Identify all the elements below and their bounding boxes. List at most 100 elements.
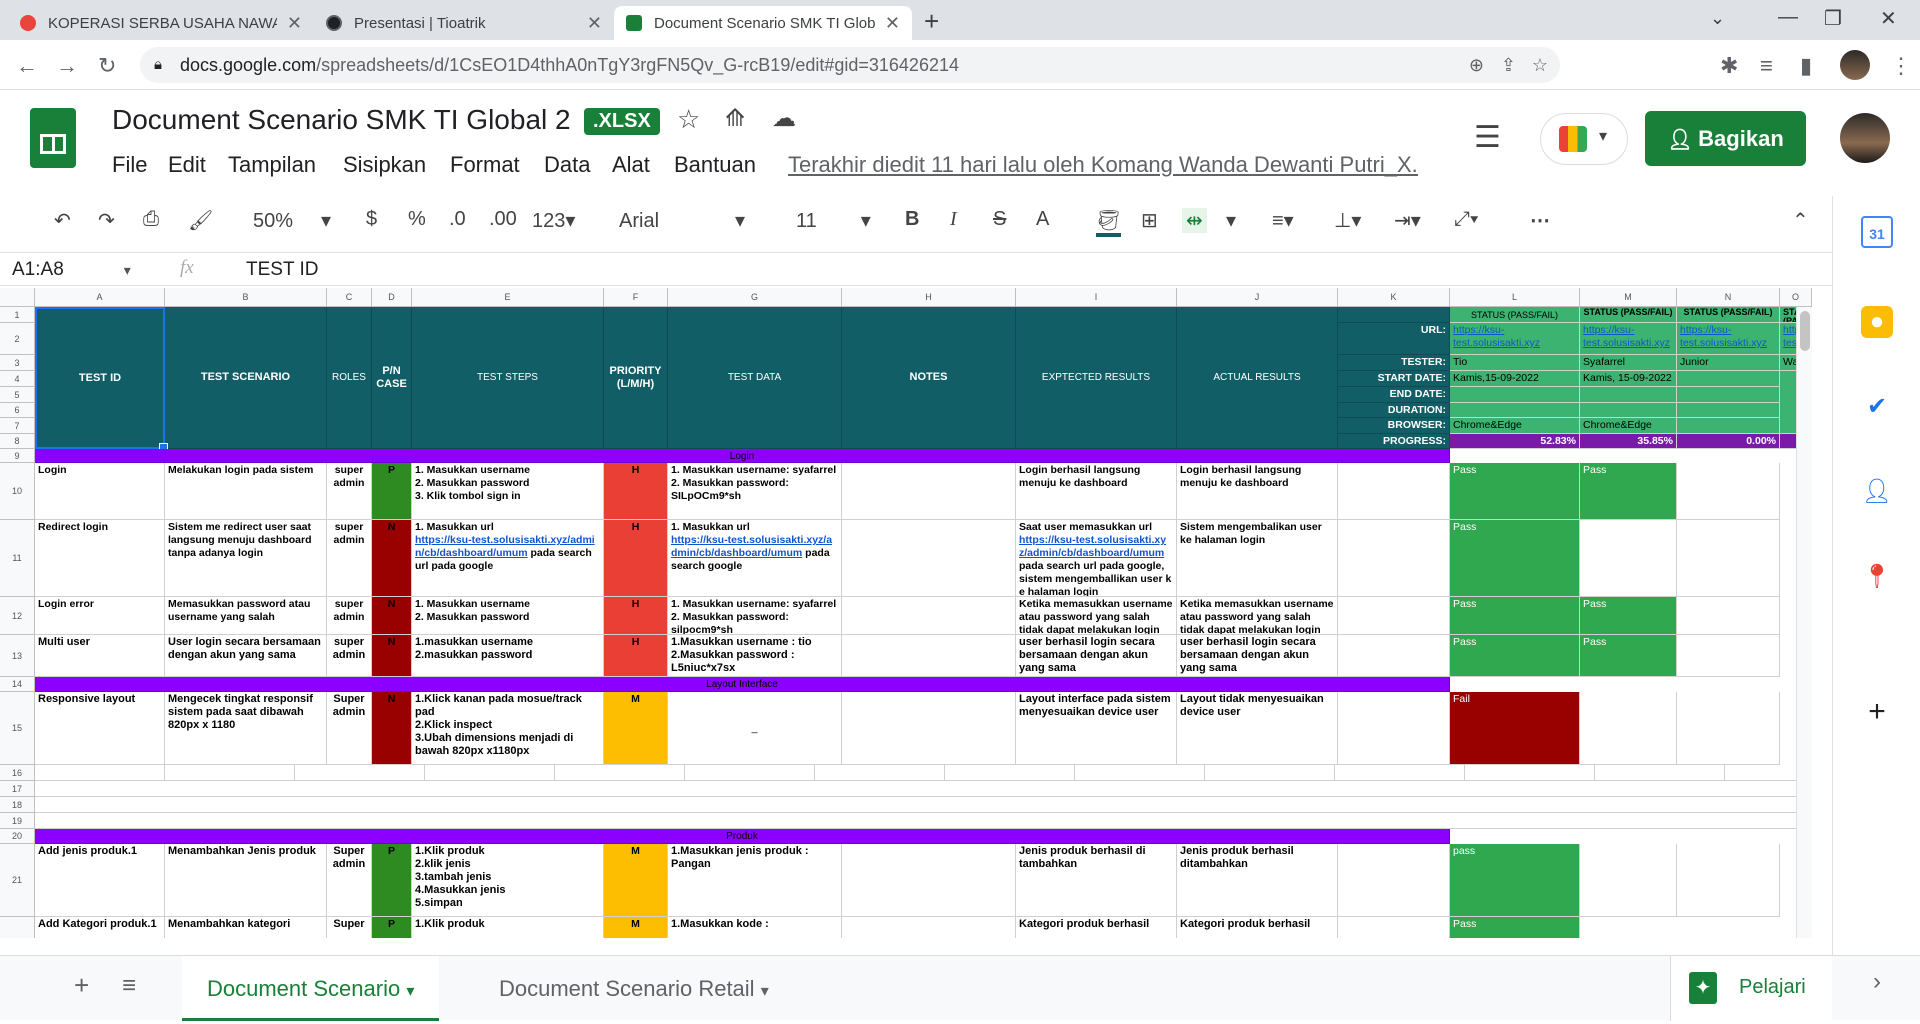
select-all-corner[interactable] bbox=[0, 288, 35, 307]
forward-icon[interactable]: → bbox=[56, 53, 78, 79]
cell-priority[interactable]: M bbox=[604, 844, 668, 917]
cell-status[interactable]: Fail bbox=[1450, 692, 1580, 765]
star-icon[interactable]: ☆ bbox=[677, 104, 700, 135]
meta-browser-label[interactable]: BROWSER: bbox=[1338, 418, 1450, 434]
menu-format[interactable]: Format bbox=[450, 152, 520, 178]
cell-actual[interactable]: Sistem mengembalikan user ke halaman log… bbox=[1177, 520, 1338, 597]
sidepanel-icon[interactable]: ▮ bbox=[1800, 53, 1812, 79]
section-produk[interactable]: Produk bbox=[35, 829, 1450, 844]
decrease-decimal-button[interactable]: .0 bbox=[449, 208, 466, 231]
column-header-n[interactable]: N bbox=[1677, 288, 1780, 307]
cell-expected[interactable]: Layout interface pada sistem menyesuaika… bbox=[1016, 692, 1177, 765]
tasks-icon[interactable]: ✔ bbox=[1861, 391, 1893, 423]
redo-icon[interactable]: ↷ bbox=[98, 208, 115, 233]
restore-icon[interactable]: ❐ bbox=[1824, 6, 1842, 31]
section-login[interactable]: Login bbox=[35, 449, 1450, 463]
sheets-logo-icon[interactable] bbox=[30, 108, 76, 168]
status-start[interactable]: Kamis, 15-09-2022 bbox=[1580, 371, 1677, 387]
cell-scenario[interactable]: Menambahkan Jenis produk bbox=[165, 844, 327, 917]
url-field[interactable]: 🔒︎ docs.google.com/spreadsheets/d/1CsEO1… bbox=[140, 47, 1560, 83]
menu-bantuan[interactable]: Bantuan bbox=[674, 152, 756, 178]
row-header[interactable]: 7 bbox=[0, 418, 35, 434]
more-options-icon[interactable]: ⋯ bbox=[1530, 208, 1550, 233]
cell-status[interactable] bbox=[1580, 692, 1677, 765]
document-title[interactable]: Document Scenario SMK TI Global 2 bbox=[112, 104, 571, 136]
cell-expected[interactable]: Ketika memasukkan username atau password… bbox=[1016, 597, 1177, 635]
cell-status[interactable] bbox=[1677, 520, 1780, 597]
header-test-id[interactable]: TEST ID bbox=[35, 307, 165, 449]
spreadsheet-grid[interactable]: A B C D E F G H I J K L M N O 1 2 3 4 5 … bbox=[0, 288, 1812, 938]
fill-color-icon[interactable]: 🪣︎ bbox=[1096, 208, 1122, 237]
cell-steps[interactable]: 1.masukkan username 2.masukkan password bbox=[412, 635, 604, 677]
status-end[interactable] bbox=[1677, 387, 1780, 403]
status-tester[interactable]: Syafarrel bbox=[1580, 355, 1677, 371]
status-url[interactable]: https://ksu-test.solusisakti.xyz bbox=[1677, 323, 1780, 355]
status-tester[interactable]: Tio bbox=[1450, 355, 1580, 371]
cell-test-id[interactable]: Add jenis produk.1 bbox=[35, 844, 165, 917]
row-header[interactable]: 4 bbox=[0, 371, 35, 387]
status-title[interactable]: STATUS (PASS/FAIL) bbox=[1677, 307, 1780, 323]
meta-blank[interactable] bbox=[1338, 307, 1450, 323]
cell-test-id[interactable]: Multi user bbox=[35, 635, 165, 677]
print-icon[interactable]: ⎙ bbox=[143, 208, 159, 231]
status-end[interactable] bbox=[1450, 387, 1580, 403]
extensions-icon[interactable]: ✱ bbox=[1720, 53, 1738, 79]
cell-steps[interactable]: 1. Masukkan username 2. Masukkan passwor… bbox=[412, 597, 604, 635]
header-priority[interactable]: PRIORITY (L/M/H) bbox=[604, 307, 668, 449]
collapse-panel-icon[interactable]: › bbox=[1861, 966, 1893, 998]
header-test-data[interactable]: TEST DATA bbox=[668, 307, 842, 449]
row-header[interactable]: 16 bbox=[0, 765, 35, 781]
cell-role[interactable]: Super bbox=[327, 917, 372, 938]
row-header[interactable]: 14 bbox=[0, 677, 35, 692]
contacts-icon[interactable]: 👤︎ bbox=[1861, 476, 1893, 508]
status-title[interactable]: STATUS (PASS/FAIL) bbox=[1450, 307, 1580, 323]
borders-icon[interactable]: ⊞ bbox=[1141, 208, 1158, 233]
status-browser[interactable] bbox=[1677, 418, 1780, 434]
cell-status[interactable]: Pass bbox=[1450, 635, 1580, 677]
browser-tab-koperasi[interactable]: KOPERASI SERBA USAHA NAWA ✕ bbox=[8, 6, 314, 40]
cell-scenario[interactable]: Memasukkan password atau username yang s… bbox=[165, 597, 327, 635]
keep-icon[interactable]: ● bbox=[1861, 306, 1893, 338]
cell-actual[interactable]: Kategori produk berhasil bbox=[1177, 917, 1338, 938]
align-vertical-icon[interactable]: ⊥▾ bbox=[1334, 208, 1361, 233]
status-url[interactable]: https://ksu-test.solusisakti.xyz bbox=[1580, 323, 1677, 355]
add-sheet-icon[interactable]: + bbox=[74, 970, 89, 1001]
row-header[interactable]: 1 bbox=[0, 307, 35, 323]
tab-search-icon[interactable]: ⌄ bbox=[1710, 8, 1725, 29]
sheet-tab-document-scenario-retail[interactable]: Document Scenario Retail ▾ bbox=[474, 956, 794, 1021]
paint-format-icon[interactable]: 🖌︎ bbox=[188, 208, 213, 233]
cell-actual[interactable]: Layout tidak menyesuaikan device user bbox=[1177, 692, 1338, 765]
row-header[interactable]: 3 bbox=[0, 355, 35, 371]
row-header[interactable]: 18 bbox=[0, 797, 35, 813]
cell-role[interactable]: super admin bbox=[327, 520, 372, 597]
cell-pn[interactable]: P bbox=[372, 844, 412, 917]
row-header[interactable]: 5 bbox=[0, 387, 35, 403]
cell-status[interactable] bbox=[1677, 463, 1780, 520]
bold-button[interactable]: B bbox=[905, 208, 919, 231]
header-roles[interactable]: ROLES bbox=[327, 307, 372, 449]
row-header[interactable]: 12 bbox=[0, 597, 35, 635]
cell-test-id[interactable]: Responsive layout bbox=[35, 692, 165, 765]
column-header-m[interactable]: M bbox=[1580, 288, 1677, 307]
cell-status[interactable]: Pass bbox=[1580, 597, 1677, 635]
column-header-g[interactable]: G bbox=[668, 288, 842, 307]
cell-actual[interactable]: Jenis produk berhasil ditambahkan bbox=[1177, 844, 1338, 917]
zoom-icon[interactable]: ⊕ bbox=[1469, 47, 1484, 83]
cell-notes[interactable] bbox=[842, 844, 1016, 917]
last-edit-link[interactable]: Terakhir diedit 11 hari lalu oleh Komang… bbox=[788, 152, 1418, 178]
row-header[interactable]: 15 bbox=[0, 692, 35, 765]
cell-role[interactable]: super admin bbox=[327, 635, 372, 677]
status-progress[interactable]: 52.83% bbox=[1450, 434, 1580, 449]
cell-priority[interactable]: M bbox=[604, 917, 668, 938]
chevron-down-icon[interactable]: ▾ bbox=[1226, 208, 1236, 233]
increase-decimal-button[interactable]: .00 bbox=[489, 208, 517, 231]
cell-scenario[interactable]: Menambahkan kategori bbox=[165, 917, 327, 938]
close-tab-icon[interactable]: ✕ bbox=[587, 13, 602, 34]
cell-steps[interactable]: 1.Klik produk bbox=[412, 917, 604, 938]
column-header-l[interactable]: L bbox=[1450, 288, 1580, 307]
cell-notes[interactable] bbox=[842, 635, 1016, 677]
cell-test-id[interactable]: Login error bbox=[35, 597, 165, 635]
status-tester[interactable]: Junior bbox=[1677, 355, 1780, 371]
cell-k[interactable] bbox=[1338, 597, 1450, 635]
status-start[interactable] bbox=[1677, 371, 1780, 387]
